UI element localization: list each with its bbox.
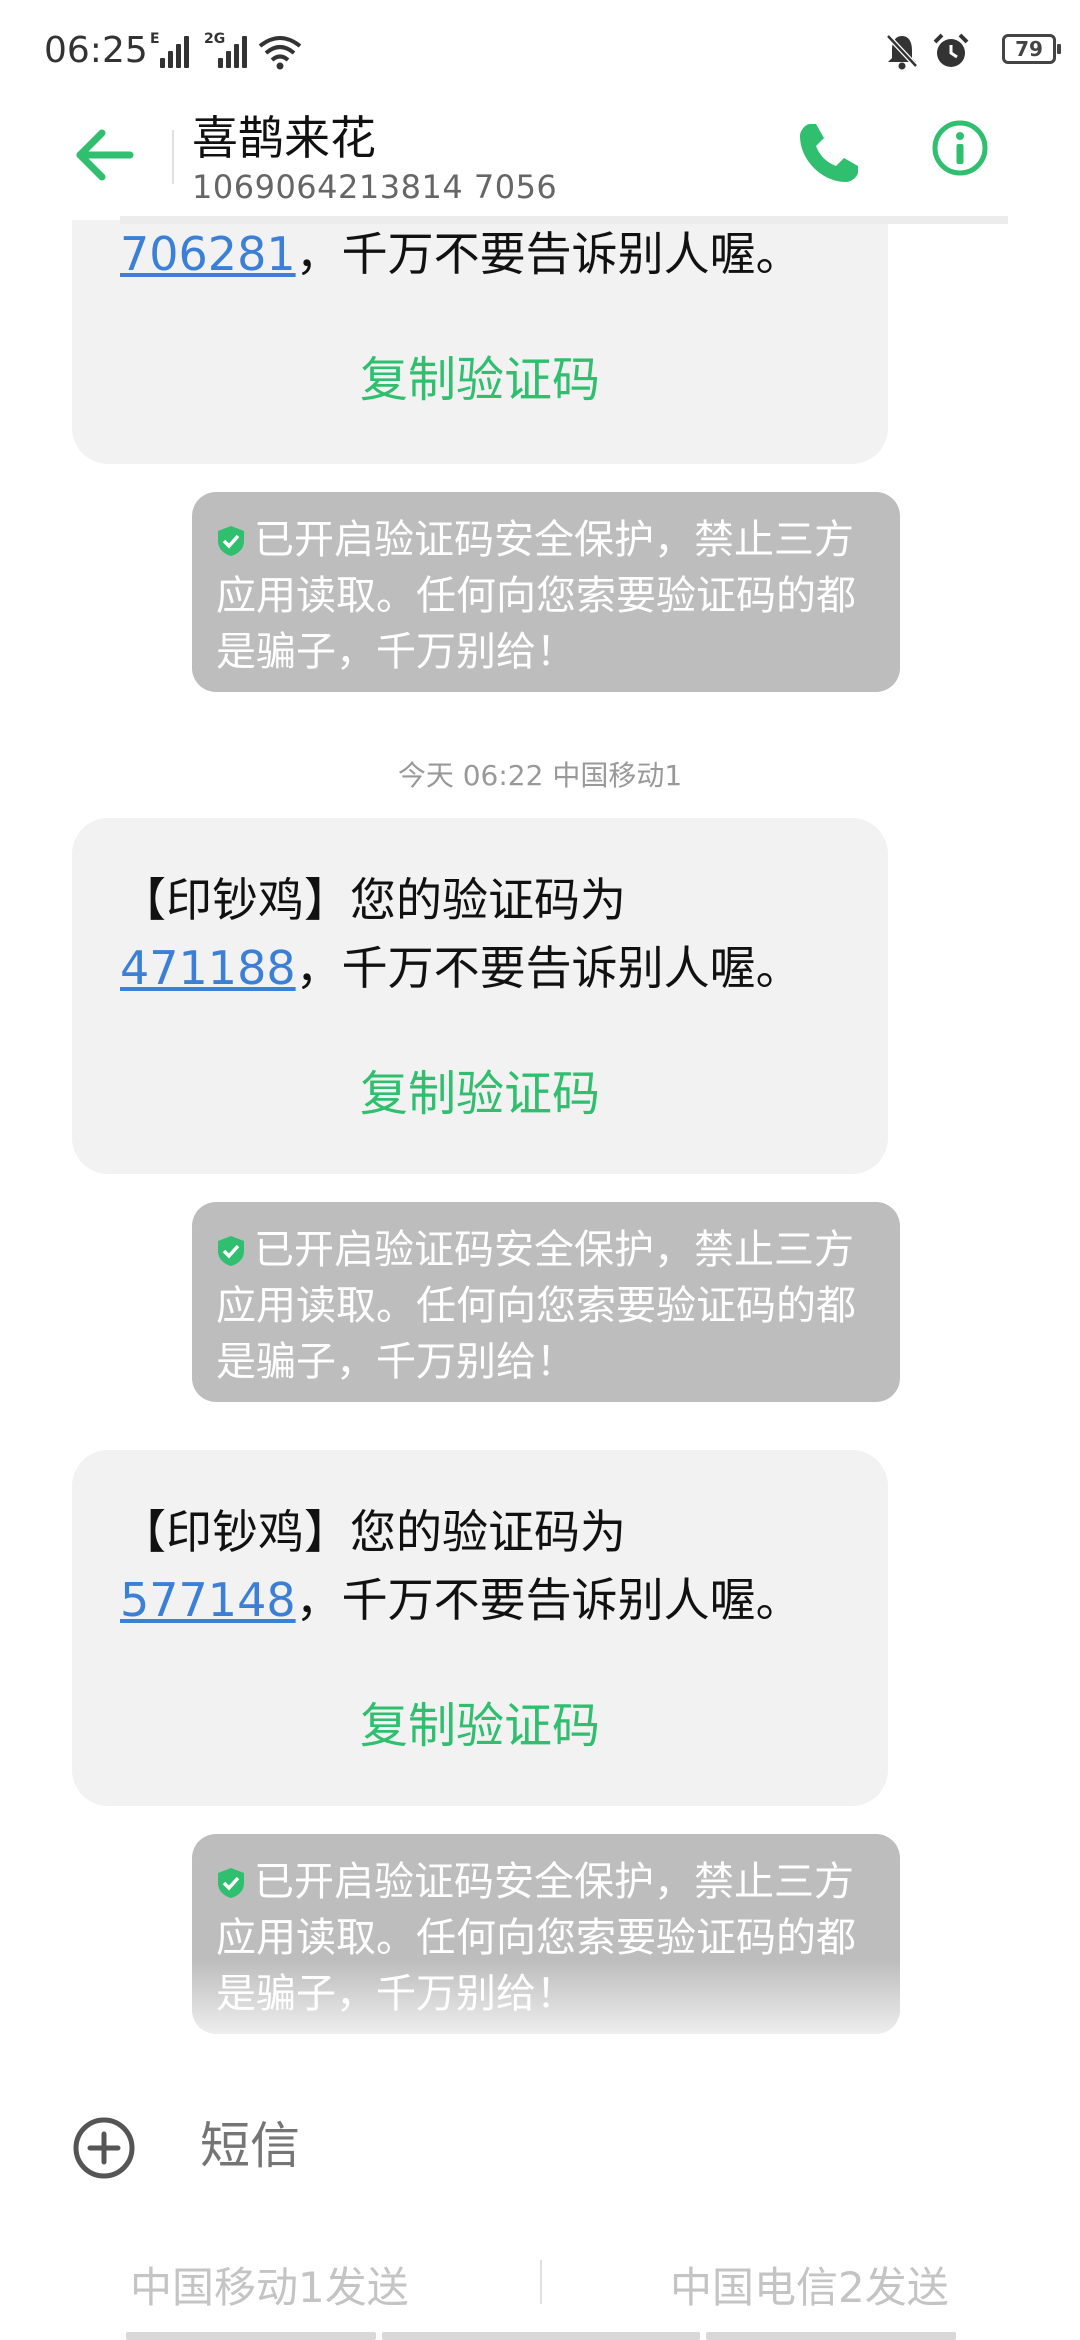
back-arrow-icon[interactable]: [70, 120, 140, 190]
shield-check-icon: [218, 526, 244, 556]
verification-code-link[interactable]: 706281: [120, 227, 296, 281]
keyboard-preview-bars: [126, 2332, 956, 2340]
header-shadow: [120, 216, 1008, 224]
sms-input[interactable]: [198, 2116, 902, 2176]
message-composer: 中国移动1发送 中国电信2发送: [0, 2060, 1080, 2340]
wifi-icon: [258, 36, 302, 70]
shield-check-icon: [218, 1236, 244, 1266]
copy-code-button[interactable]: 复制验证码: [72, 340, 888, 410]
message-timestamp: 今天 06:22 中国移动1: [397, 759, 683, 792]
contact-number: 1069064213814 7056: [192, 168, 558, 206]
message-text: 【印钞鸡】您的验证码为 577148，千万不要告诉别人喔。: [120, 1505, 802, 1627]
notice-text: 已开启验证码安全保护，禁止三方应用读取。任何向您索要验证码的都是骗子，千万别给！: [216, 1227, 856, 1385]
battery-indicator: 79: [1002, 34, 1061, 64]
security-notice: 已开启验证码安全保护，禁止三方应用读取。任何向您索要验证码的都是骗子，千万别给！: [192, 492, 900, 692]
verification-code-link[interactable]: 471188: [120, 941, 296, 995]
status-time: 06:25: [44, 30, 148, 71]
conversation-header: 喜鹊来花 1069064213814 7056: [0, 90, 1080, 220]
network-type-label: E: [150, 31, 160, 47]
contact-name: 喜鹊来花: [192, 111, 376, 165]
security-notice: 已开启验证码安全保护，禁止三方应用读取。任何向您索要验证码的都是骗子，千万别给！: [192, 1202, 900, 1402]
message-bubble[interactable]: 【印钞鸡】您的验证码为 471188，千万不要告诉别人喔。 复制验证码: [72, 818, 888, 1174]
message-bubble[interactable]: 【印钞鸡】您的验证码为 577148，千万不要告诉别人喔。 复制验证码: [72, 1450, 888, 1806]
phone-call-icon[interactable]: [792, 118, 864, 190]
status-bar: 06:25 E 2G 79: [0, 0, 1080, 100]
notice-text: 已开启验证码安全保护，禁止三方应用读取。任何向您索要验证码的都是骗子，千万别给！: [216, 517, 856, 675]
info-icon[interactable]: [930, 118, 990, 178]
copy-code-button[interactable]: 复制验证码: [72, 1686, 888, 1756]
header-divider: [172, 130, 174, 184]
scroll-fade: [0, 1960, 1080, 2060]
copy-code-button[interactable]: 复制验证码: [72, 1054, 888, 1124]
send-sim2-button[interactable]: 中国电信2发送: [670, 2254, 949, 2315]
mute-bell-icon: [886, 34, 918, 70]
add-attachment-icon[interactable]: [72, 2116, 136, 2180]
send-sim1-button[interactable]: 中国移动1发送: [130, 2254, 409, 2315]
message-text: 706281，千万不要告诉别人喔。: [120, 227, 802, 281]
message-text: 【印钞鸡】您的验证码为 471188，千万不要告诉别人喔。: [120, 873, 802, 995]
shield-check-icon: [218, 1868, 244, 1898]
send-divider: [540, 2260, 542, 2304]
verification-code-link[interactable]: 577148: [120, 1573, 296, 1627]
alarm-icon: [933, 33, 969, 67]
